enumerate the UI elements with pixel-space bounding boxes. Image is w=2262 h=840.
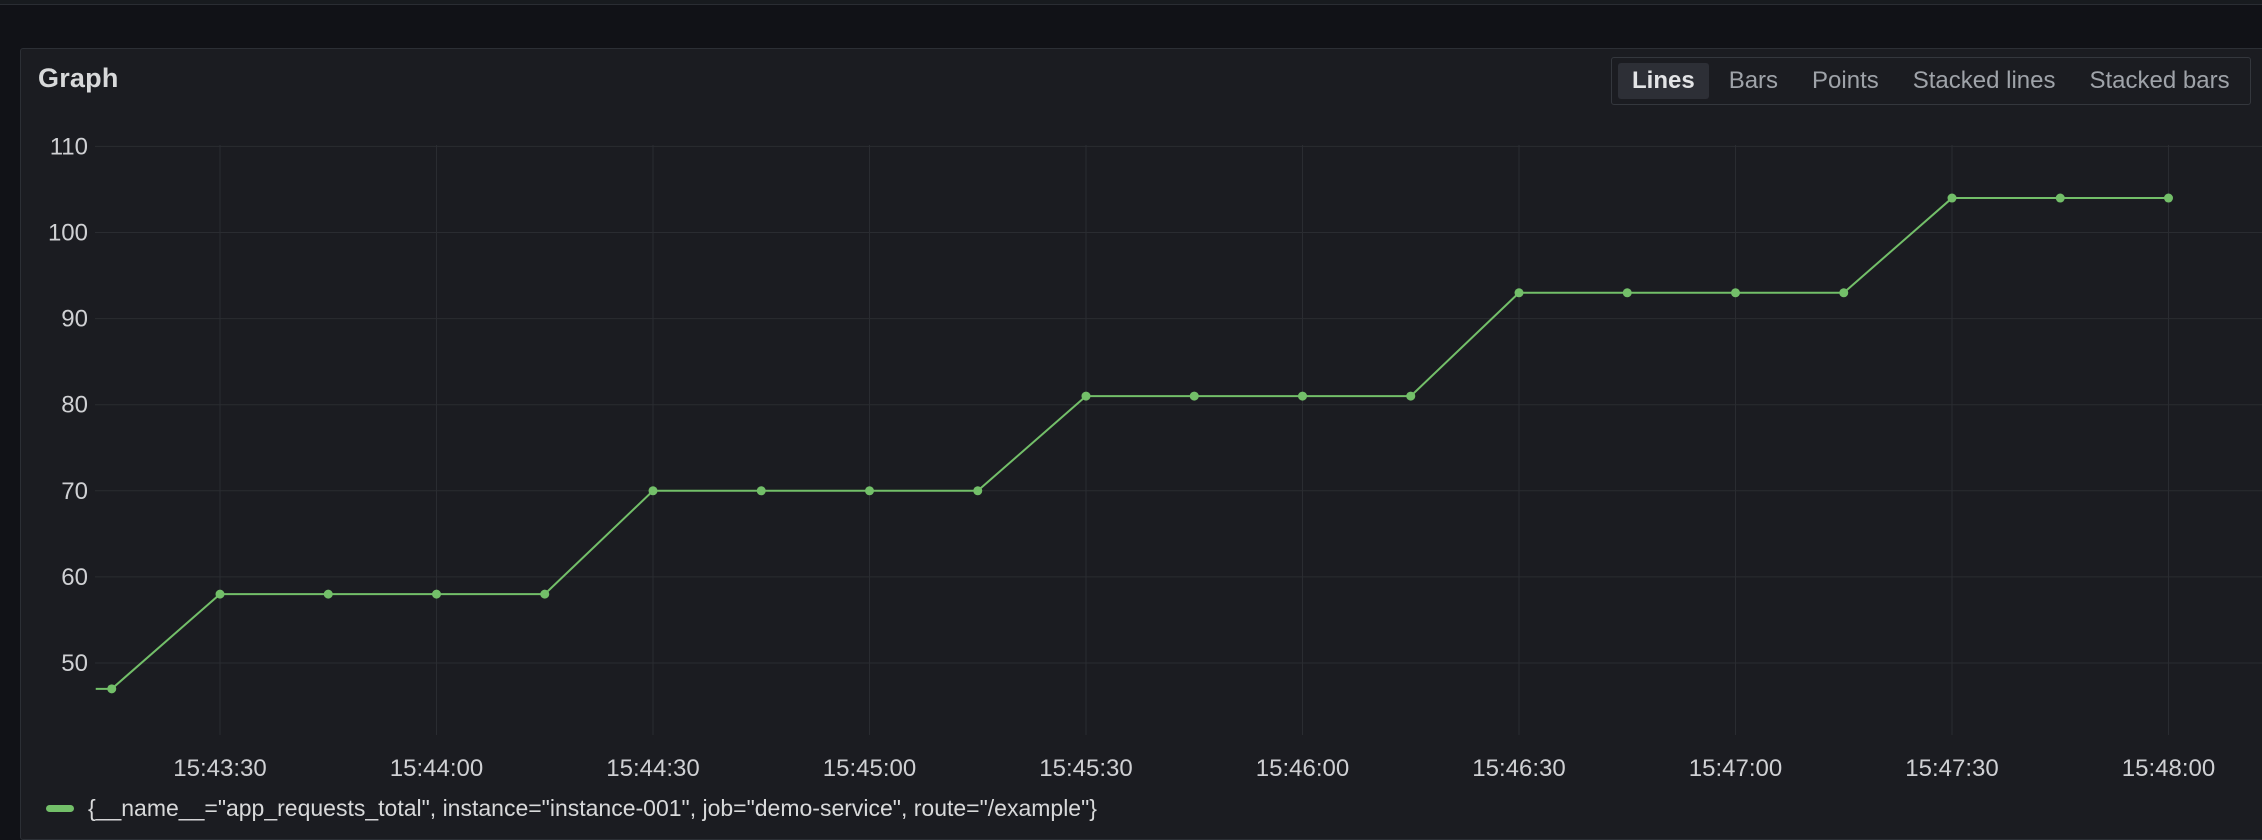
y-tick-label: 100 xyxy=(48,220,88,247)
series-line xyxy=(111,197,2169,690)
data-point[interactable] xyxy=(1189,391,1199,401)
x-tick-label: 15:45:30 xyxy=(1039,755,1132,782)
data-point[interactable] xyxy=(1081,391,1091,401)
data-point[interactable] xyxy=(1731,288,1740,298)
y-tick-label: 50 xyxy=(61,650,88,677)
x-tick-label: 15:44:30 xyxy=(606,755,699,782)
data-point[interactable] xyxy=(2055,193,2065,203)
data-point[interactable] xyxy=(2164,193,2173,203)
y-tick-label: 80 xyxy=(61,392,88,419)
data-point[interactable] xyxy=(540,589,550,599)
data-point[interactable] xyxy=(107,684,117,694)
data-point[interactable] xyxy=(1298,391,1307,401)
data-point[interactable] xyxy=(756,486,766,496)
x-tick-label: 15:46:30 xyxy=(1472,755,1565,782)
data-point[interactable] xyxy=(215,589,225,599)
data-point[interactable] xyxy=(1947,193,1957,203)
data-point[interactable] xyxy=(1406,391,1416,401)
data-point[interactable] xyxy=(973,486,983,496)
y-tick-label: 110 xyxy=(50,133,88,160)
data-point[interactable] xyxy=(1839,288,1849,298)
data-point[interactable] xyxy=(323,589,333,599)
y-tick-label: 90 xyxy=(61,306,88,333)
x-tick-label: 15:44:00 xyxy=(390,755,483,782)
data-point[interactable] xyxy=(1514,288,1524,298)
y-tick-label: 60 xyxy=(61,564,88,591)
x-tick-label: 15:47:00 xyxy=(1689,755,1782,782)
data-point[interactable] xyxy=(432,589,441,599)
x-tick-label: 15:46:00 xyxy=(1256,755,1349,782)
data-point[interactable] xyxy=(865,486,874,496)
data-point[interactable] xyxy=(1622,288,1632,298)
y-tick-label: 70 xyxy=(61,478,88,505)
data-point[interactable] xyxy=(648,486,658,496)
x-tick-label: 15:43:30 xyxy=(173,755,266,782)
graph-chart: 50 60 70 80 90 100 110 15:43:30 15:44:00 15:44:3… xyxy=(48,133,2262,782)
x-tick-label: 15:47:30 xyxy=(1905,755,1998,782)
x-tick-label: 15:48:00 xyxy=(2122,755,2215,782)
x-tick-label: 15:45:00 xyxy=(823,755,916,782)
